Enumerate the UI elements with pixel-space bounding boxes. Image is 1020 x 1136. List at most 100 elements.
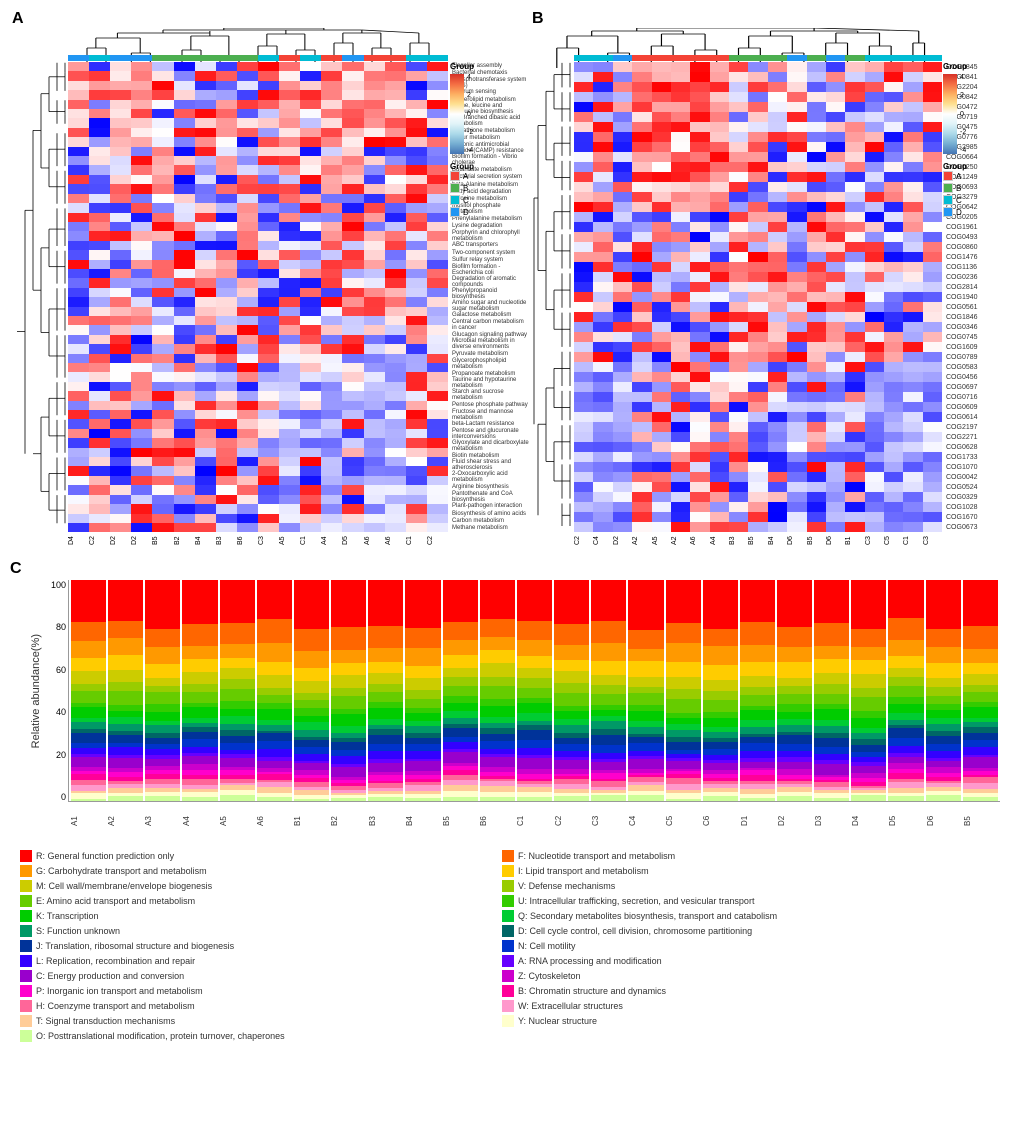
heatmap-cell-b [690, 102, 709, 112]
heatmap-cell-b [787, 212, 806, 222]
heatmap-cell [216, 137, 237, 146]
heatmap-cell-b [613, 432, 632, 442]
heatmap-cell [216, 100, 237, 109]
heatmap-cell [364, 118, 385, 127]
heatmap-cell-b [613, 352, 632, 362]
group-label: A [956, 172, 961, 181]
heatmap-cell-b [613, 362, 632, 372]
group-bar-cell-b [787, 55, 806, 61]
bar-segment [628, 649, 663, 661]
group-bar-cell [68, 55, 89, 61]
heatmap-row [68, 269, 448, 278]
legend-item: F: Nucleotide transport and metabolism [502, 850, 982, 862]
bar-segment [963, 692, 998, 702]
bar-segment [71, 722, 106, 729]
heatmap-cell-b [884, 502, 903, 512]
row-label-b: COG0329 [944, 492, 1010, 502]
heatmap-cell-b [710, 492, 729, 502]
heatmap-cell [406, 288, 427, 297]
row-label-b: COG0789 [944, 352, 1010, 362]
heatmap-cell-b [923, 392, 942, 402]
heatmap-cell-b [826, 462, 845, 472]
heatmap-cell [258, 457, 279, 466]
heatmap-cell-b [865, 172, 884, 182]
heatmap-cell [131, 335, 152, 344]
heatmap-cell-b [652, 162, 671, 172]
heatmap-cell-b [923, 152, 942, 162]
heatmap-cell-b [652, 362, 671, 372]
heatmap-cell [321, 335, 342, 344]
bar-segment [480, 699, 515, 706]
heatmap-cell [237, 401, 258, 410]
bar-segment [814, 747, 849, 754]
heatmap-cell-b [845, 272, 864, 282]
heatmap-cell [385, 147, 406, 156]
heatmap-cell-b [593, 352, 612, 362]
heatmap-cell-b [613, 342, 632, 352]
heatmap-cell-b [652, 352, 671, 362]
heatmap-cell [300, 90, 321, 99]
heatmap-cell [321, 325, 342, 334]
heatmap-cell [152, 495, 173, 504]
heatmap-cell-b [574, 482, 593, 492]
heatmap-cell-b [845, 242, 864, 252]
heatmap-cell [131, 325, 152, 334]
heatmap-cell [258, 137, 279, 146]
bar-segment [182, 580, 217, 624]
heatmap-cell-b [574, 222, 593, 232]
x-label: B3 [368, 802, 403, 840]
heatmap-cell-b [632, 272, 651, 282]
heatmap-cell [258, 419, 279, 428]
bar-column [517, 580, 552, 801]
heatmap-cell-b [690, 272, 709, 282]
heatmap-cell-b [690, 512, 709, 522]
heatmap-cell [279, 62, 300, 71]
row-label: Amino sugar and nucleotide sugar metabol… [450, 300, 530, 312]
heatmap-cell [237, 109, 258, 118]
bar-segment [480, 637, 515, 650]
heatmap-cell-b [768, 432, 787, 442]
x-label: B5 [963, 802, 998, 840]
bar-segment [443, 696, 478, 703]
heatmap-cell-b [729, 332, 748, 342]
heatmap-cell-b [807, 102, 826, 112]
heatmap-cell [68, 250, 89, 259]
heatmap-cell-b [574, 142, 593, 152]
heatmap-cell [174, 523, 195, 532]
b-tick-4: 4 [960, 74, 966, 81]
heatmap-cell-b [884, 482, 903, 492]
heatmap-cell-b [710, 262, 729, 272]
heatmap-cell-b [903, 302, 922, 312]
heatmap-cell-b [632, 292, 651, 302]
group-bar-cell-b [671, 55, 690, 61]
bar-segment [963, 649, 998, 663]
heatmap-cell [174, 297, 195, 306]
heatmap-cell [427, 419, 448, 428]
bar-segment [777, 662, 812, 678]
heatmap-cell-b [632, 152, 651, 162]
bar-segment [777, 796, 812, 800]
heatmap-cell [174, 335, 195, 344]
heatmap-cell-b [845, 442, 864, 452]
heatmap-cell [89, 128, 110, 137]
group-bar-cell [385, 55, 406, 61]
heatmap-cell-b [923, 212, 942, 222]
heatmap-row [68, 316, 448, 325]
heatmap-cell-b [729, 522, 748, 532]
heatmap-cell-b [593, 192, 612, 202]
heatmap-row [68, 175, 448, 184]
heatmap-cell [300, 372, 321, 381]
heatmap-cell [406, 466, 427, 475]
heatmap-cell [258, 241, 279, 250]
heatmap-cell [152, 344, 173, 353]
heatmap-cell-b [690, 392, 709, 402]
heatmap-cell [385, 81, 406, 90]
heatmap-cell-b [865, 312, 884, 322]
heatmap-cell-b [768, 62, 787, 72]
bar-segment [517, 758, 552, 769]
heatmap-cell [174, 485, 195, 494]
heatmap-cell-b [632, 452, 651, 462]
heatmap-cell [195, 175, 216, 184]
heatmap-cell [364, 278, 385, 287]
bar-segment [554, 693, 589, 706]
